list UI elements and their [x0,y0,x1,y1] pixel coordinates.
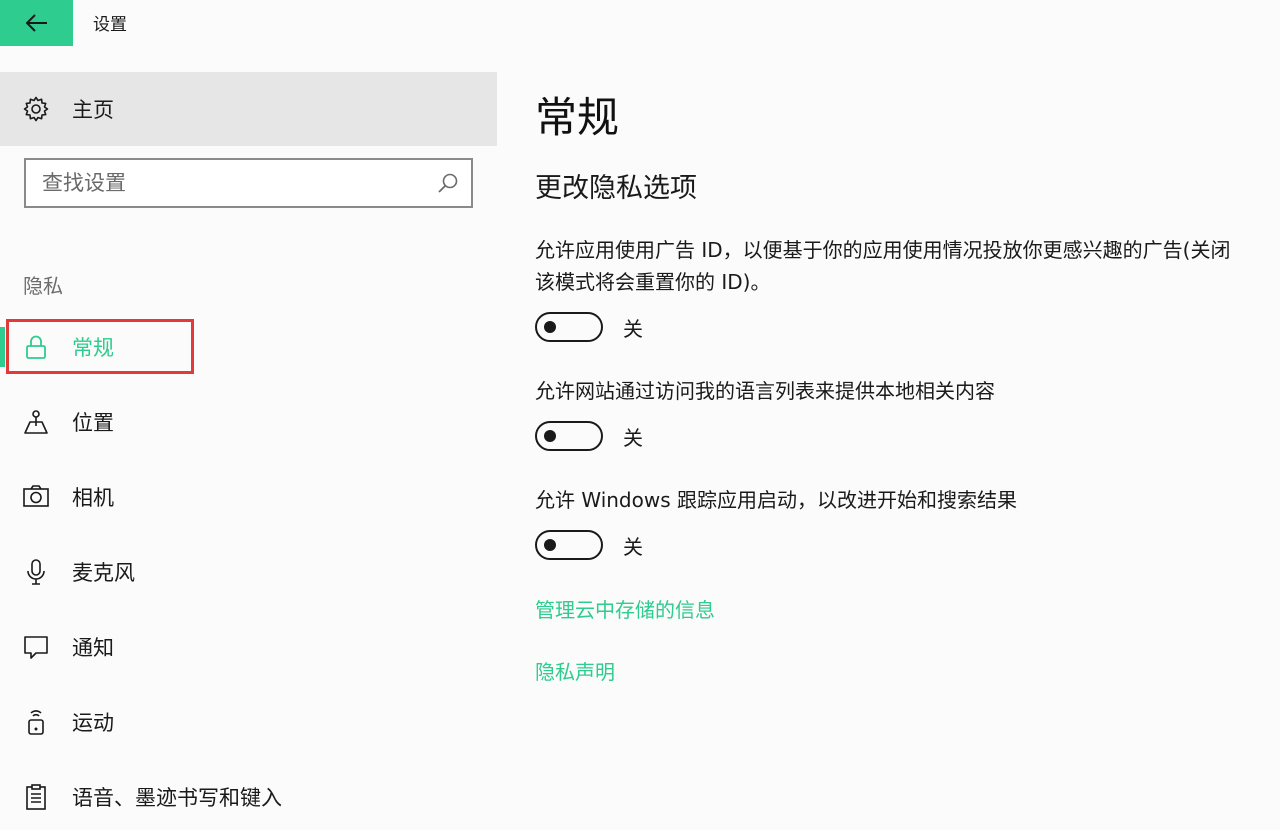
sidebar-item-label: 通知 [72,636,114,660]
sidebar-item-camera[interactable]: 相机 [0,469,497,525]
toggle-state-label: 关 [623,535,643,559]
sidebar-item-label: 语音、墨迹书写和键入 [72,786,282,810]
gear-icon [23,96,49,122]
title-bar: 设置 [0,0,1280,46]
sidebar-item-label: 位置 [72,411,114,435]
setting-advertising-id: 允许应用使用广告 ID，以便基于你的应用使用情况投放你更感兴趣的广告(关闭该模式… [535,234,1255,352]
section-title: 更改隐私选项 [535,173,697,204]
toggle-knob [544,321,556,333]
notification-icon [24,636,48,659]
camera-icon [23,485,49,507]
setting-language-list: 允许网站通过访问我的语言列表来提供本地相关内容 关 [535,375,1255,461]
advertising-id-toggle[interactable] [535,312,603,342]
setting-description: 允许应用使用广告 ID，以便基于你的应用使用情况投放你更感兴趣的广告(关闭该模式… [535,238,1231,294]
location-icon [24,410,48,434]
sidebar: 主页 隐私 常规 位置 相机 [0,46,497,830]
sidebar-item-speech-inking-typing[interactable]: 语音、墨迹书写和键入 [0,769,497,825]
setting-description: 允许 Windows 跟踪应用启动，以改进开始和搜索结果 [535,488,1017,512]
sidebar-item-label: 运动 [72,711,114,735]
sidebar-item-location[interactable]: 位置 [0,394,497,450]
sidebar-item-notifications[interactable]: 通知 [0,619,497,675]
clipboard-icon [26,784,46,810]
highlight-box [6,319,194,374]
language-list-toggle[interactable] [535,421,603,451]
back-button[interactable] [0,0,73,46]
toggle-knob [544,430,556,442]
sidebar-item-label: 相机 [72,486,114,510]
arrow-left-icon [25,14,47,32]
sidebar-item-home[interactable]: 主页 [0,72,497,146]
setting-description: 允许网站通过访问我的语言列表来提供本地相关内容 [535,379,995,403]
page-title: 常规 [535,93,620,142]
active-indicator [0,327,5,367]
toggle-row: 关 [535,421,1255,461]
toggle-row: 关 [535,312,1255,352]
setting-app-launch-tracking: 允许 Windows 跟踪应用启动，以改进开始和搜索结果 关 [535,484,1255,570]
sidebar-item-general[interactable]: 常规 [0,319,497,375]
sidebar-item-microphone[interactable]: 麦克风 [0,544,497,600]
section-label-privacy: 隐私 [23,274,63,298]
privacy-statement-link[interactable]: 隐私声明 [535,656,615,685]
toggle-state-label: 关 [623,426,643,450]
manage-cloud-info-link[interactable]: 管理云中存储的信息 [535,594,715,623]
microphone-icon [27,559,45,585]
toggle-row: 关 [535,530,1255,570]
motion-icon [28,710,44,735]
sidebar-item-label: 麦克风 [72,561,135,585]
search-box [24,158,473,208]
toggle-knob [544,539,556,551]
main-content: 常规 更改隐私选项 允许应用使用广告 ID，以便基于你的应用使用情况投放你更感兴… [535,46,1255,830]
window-title: 设置 [93,15,127,35]
toggle-state-label: 关 [623,317,643,341]
search-icon[interactable] [437,172,459,194]
sidebar-item-motion[interactable]: 运动 [0,694,497,750]
sidebar-item-home-label: 主页 [72,98,114,122]
app-launch-tracking-toggle[interactable] [535,530,603,560]
search-input[interactable] [26,160,426,206]
